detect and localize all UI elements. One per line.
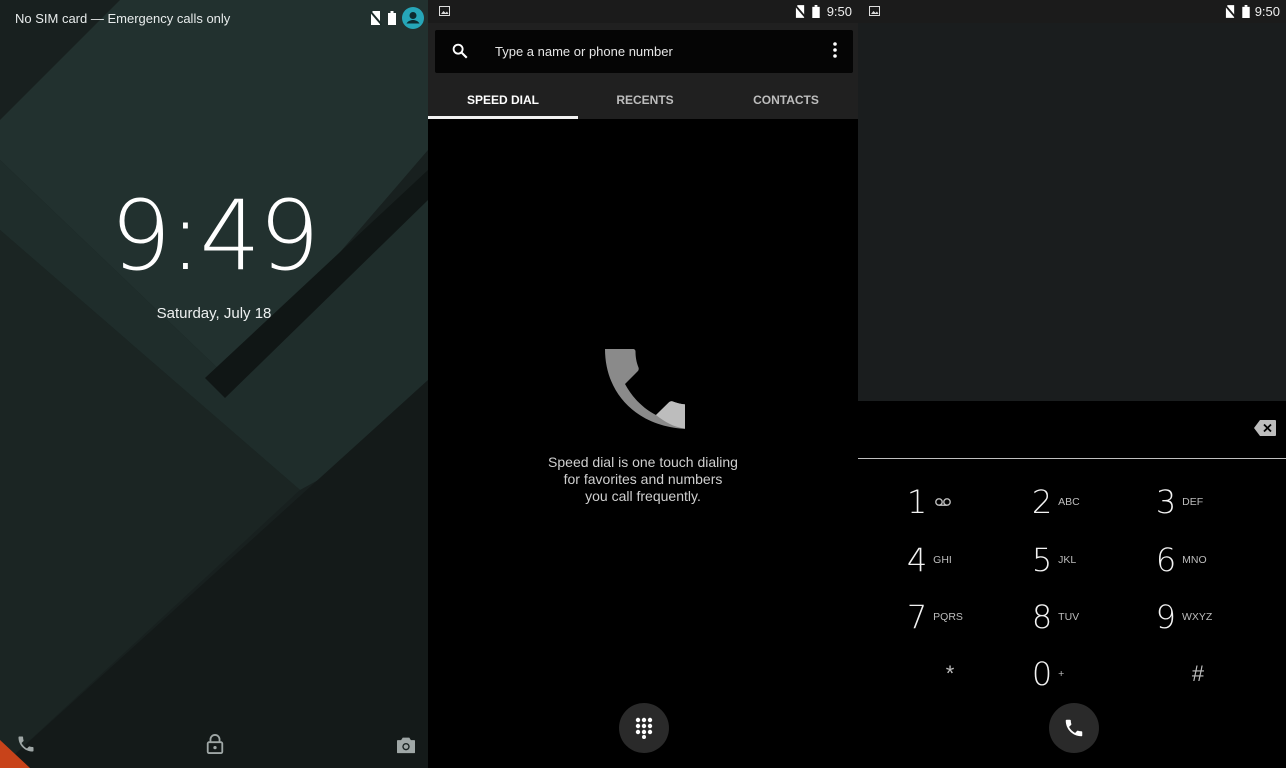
no-sim-icon [1225, 5, 1236, 18]
active-tab-indicator [428, 116, 578, 119]
tab-recents[interactable]: RECENTS [578, 93, 712, 107]
key-letters: + [1058, 668, 1065, 680]
search-input[interactable]: Type a name or phone number [495, 44, 673, 59]
key-digit: 8 [1031, 598, 1053, 636]
lock-screen: No SIM card — Emergency calls only 9:49 … [0, 0, 428, 768]
battery-icon [812, 5, 820, 18]
lock-icon[interactable] [206, 734, 224, 754]
key-digit: # [1191, 661, 1205, 686]
key-letters: TUV [1058, 611, 1080, 623]
dialpad-key-3[interactable]: 3 DEF [1124, 477, 1244, 527]
key-letters: ABC [1058, 496, 1080, 508]
dialpad-key-8[interactable]: 8 TUV [1000, 592, 1120, 642]
key-digit: 9 [1155, 598, 1176, 636]
battery-icon [388, 11, 396, 25]
voicemail-icon [935, 498, 952, 506]
key-letters: GHI [933, 554, 952, 566]
key-digit: 5 [1031, 541, 1053, 579]
dialer-header: Type a name or phone number SPEED DIAL R… [428, 23, 858, 119]
dialpad-screen: 9:50 1 2 ABC 3 DEF 4 GHI 5 JKL 6 MNO 7 P… [858, 0, 1286, 768]
key-digit: 7 [906, 598, 928, 636]
status-time: 9:50 [1254, 4, 1280, 19]
tab-contacts[interactable]: CONTACTS [712, 93, 858, 107]
sim-status-text: No SIM card — Emergency calls only [15, 11, 231, 26]
dialpad-key-4[interactable]: 4 GHI [875, 535, 995, 585]
dialpad-key-7[interactable]: 7 PQRS [875, 592, 995, 642]
dialpad-key-star[interactable]: * [890, 649, 1010, 699]
status-time: 9:50 [826, 4, 852, 19]
call-button[interactable] [1049, 703, 1099, 753]
speed-dial-empty-message: Speed dial is one touch dialing for favo… [548, 454, 738, 504]
phone-illustration-icon [605, 349, 692, 429]
dialpad-key-5[interactable]: 5 JKL [1000, 535, 1120, 585]
no-sim-icon [370, 11, 382, 25]
phone-shortcut-icon[interactable] [16, 734, 36, 754]
dialpad-key-6[interactable]: 6 MNO [1124, 535, 1244, 585]
key-digit: 2 [1031, 483, 1053, 521]
lock-wallpaper [0, 0, 428, 768]
lock-clock: 9:49 [110, 180, 320, 292]
key-digit: 0 [1031, 655, 1053, 693]
more-options-icon[interactable] [833, 42, 837, 58]
status-icons [1225, 5, 1250, 18]
status-icons [370, 7, 424, 29]
key-letters: MNO [1182, 554, 1207, 566]
phone-icon [1065, 719, 1083, 737]
dialpad-icon [635, 717, 653, 739]
key-letters: WXYZ [1182, 611, 1213, 623]
image-notification-icon [439, 6, 450, 16]
digits-field[interactable] [858, 401, 1286, 459]
dialpad-key-1[interactable]: 1 [875, 477, 995, 527]
backspace-icon[interactable] [1254, 420, 1276, 436]
no-sim-icon [795, 5, 806, 18]
search-bar[interactable]: Type a name or phone number [435, 30, 853, 73]
dialpad-key-2[interactable]: 2 ABC [1000, 477, 1120, 527]
key-digit: 6 [1155, 541, 1177, 579]
dialpad-key-0[interactable]: 0 + [1000, 649, 1120, 699]
battery-icon [1242, 5, 1250, 18]
key-letters: PQRS [933, 611, 963, 623]
key-digit: 4 [906, 541, 928, 579]
dialpad-button[interactable] [619, 703, 669, 753]
dialpad-key-9[interactable]: 9 WXYZ [1124, 592, 1244, 642]
key-letters: JKL [1058, 554, 1077, 566]
dialer-screen: 9:50 Type a name or phone number SPEED D… [428, 0, 858, 768]
dialpad-background-area [858, 23, 1286, 401]
key-digit: 1 [906, 483, 928, 521]
speed-dial-empty-state: Speed dial is one touch dialing for favo… [428, 345, 858, 505]
dialpad-key-hash[interactable]: # [1138, 649, 1258, 699]
status-icons [795, 5, 820, 18]
lock-date: Saturday, July 18 [156, 305, 272, 322]
search-icon[interactable] [451, 42, 469, 60]
key-letters: DEF [1182, 496, 1204, 508]
key-digit: 3 [1155, 483, 1177, 521]
user-avatar-icon[interactable] [402, 7, 424, 29]
image-notification-icon [869, 6, 880, 16]
status-bar: 9:50 [858, 0, 1286, 23]
tab-speed-dial[interactable]: SPEED DIAL [428, 93, 578, 107]
status-bar: 9:50 [428, 0, 858, 23]
camera-icon[interactable] [396, 736, 416, 754]
key-digit: * [945, 661, 955, 686]
